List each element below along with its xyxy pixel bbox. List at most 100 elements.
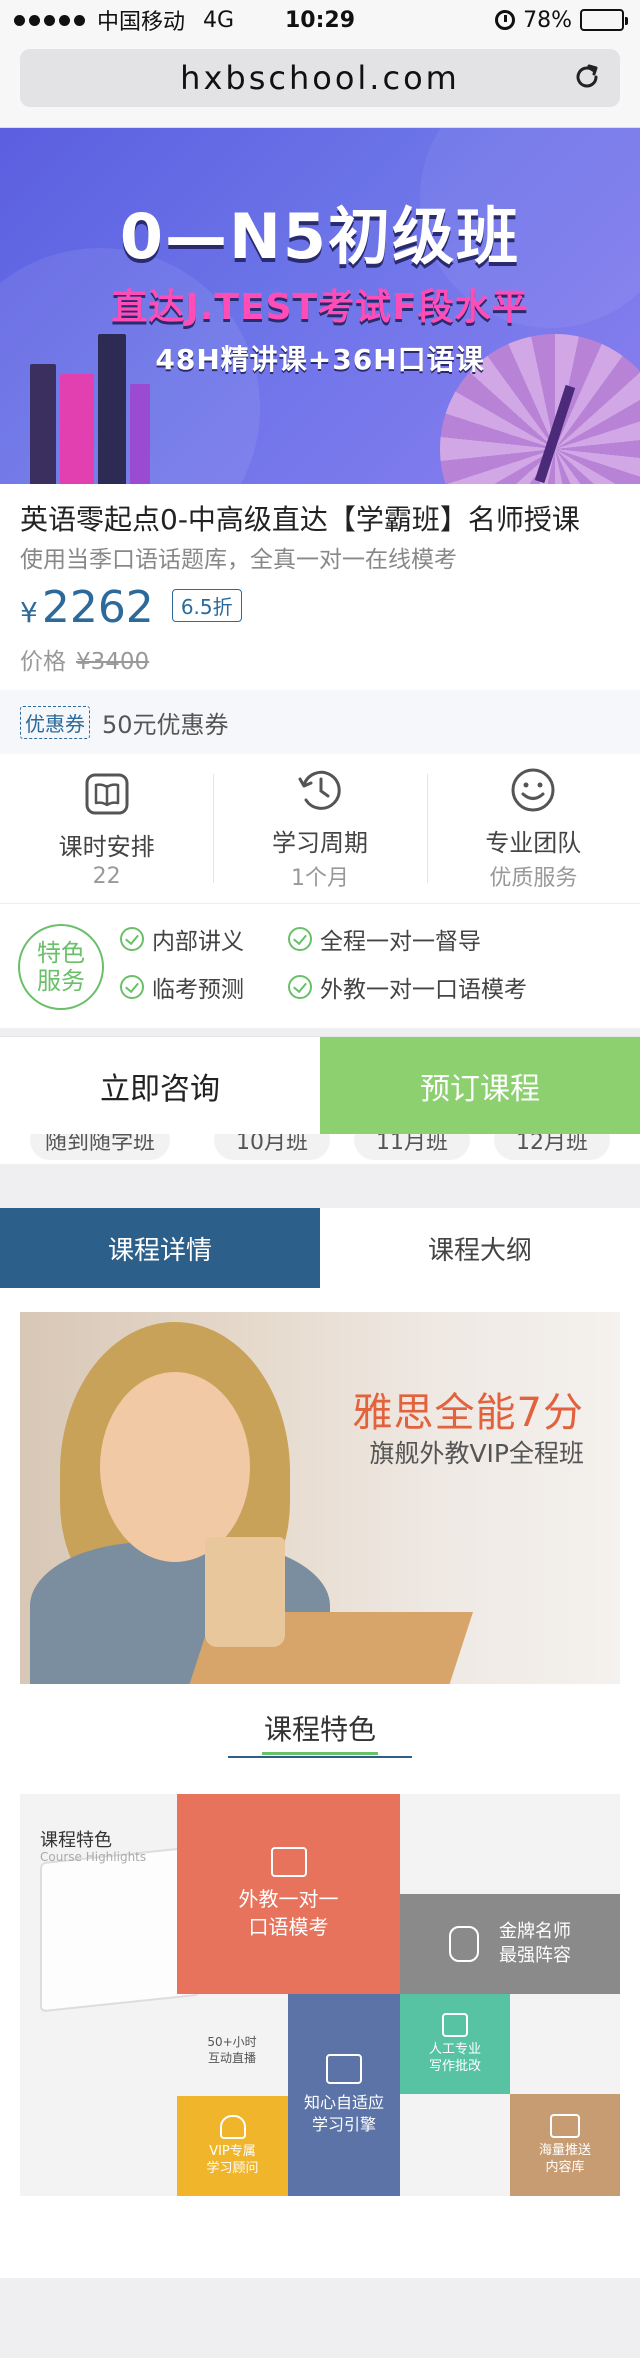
coupon-row[interactable]: 优惠券 50元优惠券 xyxy=(0,690,640,754)
page: 中国移动 4G 10:29 78% hxbschool.com 0—N5初级班 … xyxy=(0,0,640,2358)
feature-text: 临考预测 xyxy=(152,977,244,1003)
class-chip[interactable]: 随到随学班 xyxy=(30,1134,170,1160)
browser-icon xyxy=(550,2114,580,2138)
promo-subtitle: 旗舰外教VIP全程班 xyxy=(369,1439,584,1468)
class-chip[interactable]: 12月班 xyxy=(494,1134,610,1160)
course-info: 英语零起点0-中高级直达【学霸班】名师授课 使用当季口语话题库，全真一对一在线模… xyxy=(0,484,640,690)
class-chip[interactable]: 11月班 xyxy=(354,1134,470,1160)
promo-title: 雅思全能7分 xyxy=(352,1390,584,1436)
stat-team: 专业团队 优质服务 xyxy=(426,754,640,903)
stat-period: 学习周期 1个月 xyxy=(213,754,426,903)
detail-tabs: 课程详情 课程大纲 xyxy=(0,1208,640,1288)
banner-subtitle: 直达J.TEST考试F段水平 xyxy=(111,287,529,328)
feature-item: 内部讲义 xyxy=(120,922,270,956)
book-illustration xyxy=(30,364,56,484)
feature-item: 外教一对一口语模考 xyxy=(288,970,538,1004)
tile-oral-mock: 外教一对一 口语模考 xyxy=(177,1794,400,1994)
tile-vip: VIP专属 学习顾问 xyxy=(177,2096,288,2196)
tile-text: 知心自适应 学习引擎 xyxy=(303,2093,384,2134)
highlights-label-en: Course Highlights xyxy=(40,1850,147,1864)
tile-text: 外教一对一 口语模考 xyxy=(238,1887,339,1939)
original-price-row: 价格 ¥3400 xyxy=(20,642,149,676)
headset-icon xyxy=(219,2115,246,2139)
banner-title: 0—N5初级班 xyxy=(119,200,521,273)
clock-icon xyxy=(298,770,341,810)
smile-icon xyxy=(511,768,555,812)
check-icon xyxy=(120,927,144,951)
course-subtitle: 使用当季口语话题库，全真一对一在线模考 xyxy=(20,547,457,573)
feature-item: 临考预测 xyxy=(120,970,270,1004)
section-divider xyxy=(228,1756,412,1758)
stat-lessons: 课时安排 22 xyxy=(0,754,213,903)
tile-live: 50+小时 互动直播 xyxy=(207,2035,257,2065)
book-course-button[interactable]: 预订课程 xyxy=(320,1037,640,1135)
battery-percent: 78% xyxy=(523,7,572,33)
section-heading: 课程特色 xyxy=(263,1713,376,1746)
status-bar: 中国移动 4G 10:29 78% xyxy=(0,0,640,40)
book-illustration xyxy=(60,374,94,484)
coupon-tag: 优惠券 xyxy=(20,705,90,739)
stat-label: 课时安排 xyxy=(58,832,155,861)
status-right: 78% xyxy=(495,7,628,33)
feature-item: 全程一对一督导 xyxy=(288,922,538,956)
network-label: 4G xyxy=(203,7,235,33)
course-detail-content: 雅思全能7分 旗舰外教VIP全程班 课程特色 课程特色 Course Highl… xyxy=(0,1288,640,2278)
laptop-illustration xyxy=(40,1845,200,2013)
highlights-grid: 课程特色 Course Highlights 外教一对一 口语模考 金牌名师 最… xyxy=(20,1794,620,2196)
stat-value: 1个月 xyxy=(290,866,349,891)
price-row: ¥ 2262 6.5折 xyxy=(20,582,242,633)
current-price: 2262 xyxy=(41,582,154,633)
stat-label: 专业团队 xyxy=(485,829,582,857)
check-icon xyxy=(288,927,312,951)
promo-cup xyxy=(205,1537,285,1647)
highlights-label: 课程特色 xyxy=(40,1830,112,1851)
promo-image: 雅思全能7分 旗舰外教VIP全程班 xyxy=(20,1312,620,1684)
url-text: hxbschool.com xyxy=(180,59,460,97)
promo-person xyxy=(100,1372,250,1562)
feature-text: 内部讲义 xyxy=(152,929,244,955)
check-icon xyxy=(288,975,312,999)
page-footer-space xyxy=(0,2278,640,2358)
feature-badge: 特色服务 xyxy=(18,924,104,1010)
tile-teachers: 金牌名师 最强阵容 xyxy=(400,1894,620,1994)
class-chip[interactable]: 10月班 xyxy=(214,1134,330,1160)
class-chip-row: 随到随学班 10月班 11月班 12月班 xyxy=(0,1134,640,1164)
tab-course-detail[interactable]: 课程详情 xyxy=(0,1208,320,1288)
banner-tagline: 48H精讲课+36H口语课 xyxy=(155,343,485,376)
carrier-label: 中国移动 xyxy=(97,10,186,35)
original-price-label: 价格 xyxy=(20,649,66,675)
stat-label: 学习周期 xyxy=(271,829,368,857)
chat-icon xyxy=(270,1847,307,1877)
tile-text: VIP专属 学习顾问 xyxy=(206,2144,259,2176)
feature-list: 内部讲义 全程一对一督导 临考预测 外教一对一口语模考 xyxy=(120,922,538,1004)
edit-icon xyxy=(442,2013,468,2037)
tile-engine: 知心自适应 学习引擎 xyxy=(288,1994,400,2196)
gear-icon xyxy=(326,2054,362,2084)
course-title: 英语零起点0-中高级直达【学霸班】名师授课 xyxy=(20,503,580,536)
stat-value: 优质服务 xyxy=(489,866,578,891)
discount-badge: 6.5折 xyxy=(171,589,242,622)
feature-text: 外教一对一口语模考 xyxy=(320,977,527,1003)
tile-text: 海量推送 内容库 xyxy=(538,2143,591,2175)
alarm-icon xyxy=(495,10,516,30)
course-banner[interactable]: 0—N5初级班 直达J.TEST考试F段水平 48H精讲课+36H口语课 xyxy=(0,128,640,484)
tile-text: 人工专业 写作批改 xyxy=(428,2042,481,2074)
tap-icon xyxy=(449,1926,479,1962)
reload-icon[interactable] xyxy=(572,62,602,92)
currency-symbol: ¥ xyxy=(20,596,38,629)
section-accent xyxy=(262,1752,378,1755)
tab-course-outline[interactable]: 课程大纲 xyxy=(320,1208,640,1288)
tile-library: 海量推送 内容库 xyxy=(510,2094,620,2196)
action-bar: 立即咨询 预订课程 xyxy=(0,1036,640,1135)
stat-value: 22 xyxy=(92,863,121,889)
course-stats: 课时安排 22 学习周期 1个月 专业团队 优质服务 xyxy=(0,754,640,904)
url-bar[interactable]: hxbschool.com xyxy=(20,49,620,107)
tile-writing: 人工专业 写作批改 xyxy=(400,1994,510,2094)
service-features: 特色服务 内部讲义 全程一对一督导 临考预测 外教一对一口语模考 xyxy=(0,904,640,1028)
battery-icon xyxy=(580,9,628,31)
signal-icon xyxy=(14,14,85,26)
coupon-text: 50元优惠券 xyxy=(102,710,229,739)
browser-toolbar: hxbschool.com xyxy=(0,40,640,128)
consult-button[interactable]: 立即咨询 xyxy=(0,1037,320,1135)
book-icon xyxy=(85,773,129,814)
